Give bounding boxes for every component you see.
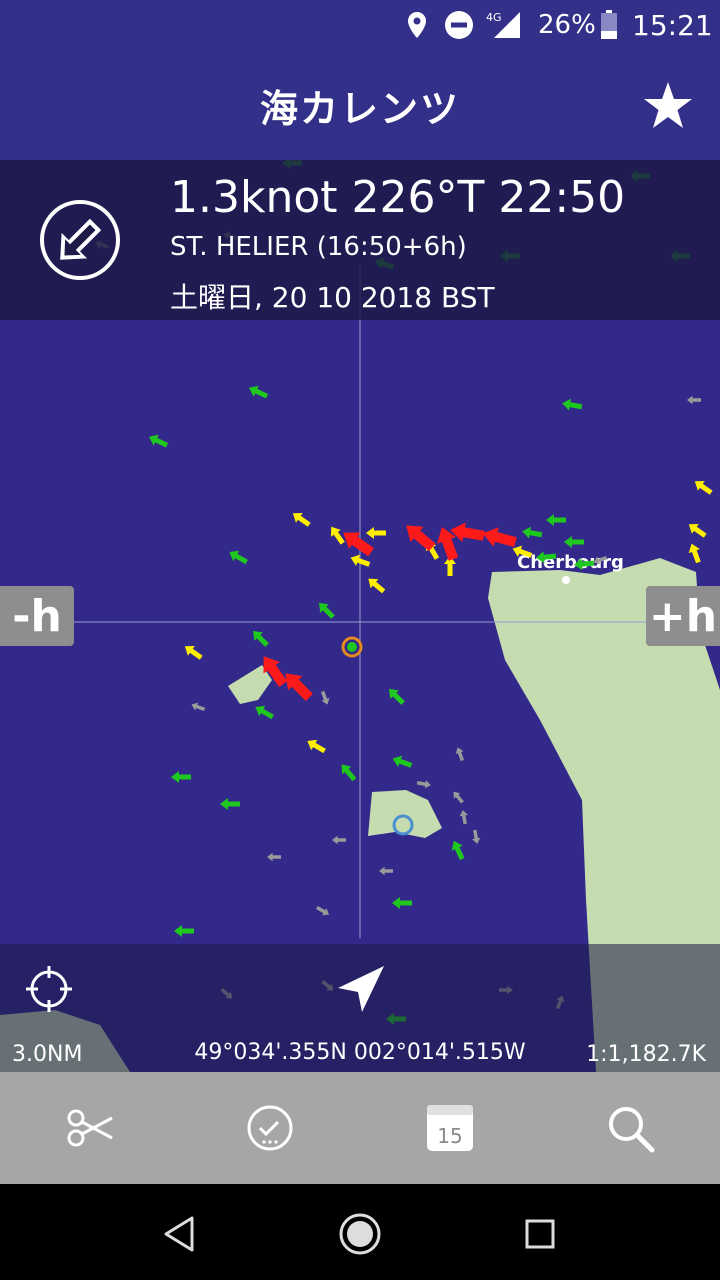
- battery-icon: [600, 10, 618, 40]
- current-station-marker[interactable]: [341, 636, 363, 658]
- star-icon: [644, 82, 692, 128]
- current-arrow: [278, 666, 317, 705]
- back-icon: [164, 1216, 194, 1252]
- current-arrow: [458, 809, 470, 825]
- navigation-arrow-icon: [338, 966, 384, 1012]
- map-footer: 3.0NM 49°034'.355N 002°014'.515W 1:1,182…: [0, 944, 720, 1072]
- home-button[interactable]: [338, 1212, 382, 1256]
- current-date: 土曜日, 20 10 2018 BST: [170, 281, 495, 314]
- current-arrow: [318, 689, 332, 707]
- current-speed-direction: 1.3knot 226°T 22:50: [170, 172, 626, 223]
- network-type-label: 4G: [486, 11, 502, 24]
- scissors-icon: [67, 1109, 113, 1147]
- current-arrow: [246, 382, 270, 402]
- current-arrow: [181, 641, 205, 663]
- island-sark: [368, 790, 442, 838]
- current-arrow: [448, 838, 468, 862]
- favorite-button[interactable]: [640, 78, 696, 134]
- current-arrow: [448, 520, 486, 546]
- current-arrow: [470, 829, 482, 845]
- minus-hour-button[interactable]: -h: [0, 586, 74, 646]
- place-label-cherbourg: Cherbourg: [517, 552, 624, 573]
- clock-time: 15:21: [632, 8, 713, 42]
- location-icon: [406, 10, 428, 40]
- current-arrow: [685, 541, 705, 565]
- current-arrow: [289, 508, 313, 530]
- home-icon: [339, 1213, 381, 1255]
- current-arrow: [189, 700, 207, 714]
- current-arrow: [336, 760, 360, 784]
- app-bar: 海カレンツ: [0, 50, 720, 160]
- bottom-toolbar: 15: [0, 1072, 720, 1184]
- app-screen: 4G 26% 15:21 海カレンツ Cherbourg 1.3knot 226…: [0, 0, 720, 1280]
- search-button[interactable]: [604, 1102, 656, 1154]
- current-arrow: [364, 573, 388, 597]
- recents-icon: [525, 1219, 555, 1249]
- current-arrow: [314, 903, 332, 919]
- current-arrow: [174, 925, 194, 937]
- current-arrows-strong: [255, 517, 519, 705]
- navigation-button[interactable]: [334, 962, 388, 1016]
- clock-icon: [247, 1105, 293, 1151]
- calendar-icon: 15: [427, 1105, 473, 1151]
- current-arrow: [146, 431, 170, 451]
- current-arrow: [226, 546, 250, 568]
- status-bar: 4G 26% 15:21: [0, 0, 720, 50]
- current-arrow: [248, 626, 272, 650]
- port-marker: [562, 576, 570, 584]
- system-navigation-bar: [0, 1184, 720, 1280]
- calendar-day-label: 15: [437, 1124, 462, 1148]
- search-icon: [609, 1107, 655, 1153]
- plus-hour-button[interactable]: +h: [646, 586, 720, 646]
- current-arrow: [366, 527, 386, 539]
- signal-icon: 4G: [486, 10, 524, 40]
- current-arrow: [521, 525, 543, 541]
- battery-percent: 26%: [538, 10, 596, 40]
- current-arrow: [691, 476, 715, 498]
- current-arrow: [480, 523, 519, 552]
- current-arrow: [252, 701, 276, 723]
- back-button[interactable]: [158, 1212, 202, 1256]
- current-arrow: [390, 752, 414, 772]
- time-button[interactable]: [244, 1102, 296, 1154]
- current-arrow: [416, 778, 432, 790]
- recents-button[interactable]: [518, 1212, 562, 1256]
- current-arrow: [392, 897, 412, 909]
- arrow-down-left-icon: [38, 198, 122, 282]
- app-title: 海カレンツ: [259, 87, 460, 131]
- current-arrow: [564, 536, 584, 548]
- crosshair-icon: [26, 966, 72, 1012]
- scale-ratio-label: 1:1,182.7K: [586, 1042, 706, 1067]
- current-arrow: [379, 866, 393, 876]
- current-info-panel: 1.3knot 226°T 22:50 ST. HELIER (16:50+6h…: [0, 160, 720, 320]
- current-arrow: [384, 684, 408, 708]
- current-arrow: [546, 514, 566, 526]
- cut-button[interactable]: [64, 1102, 116, 1154]
- current-arrow: [267, 852, 281, 862]
- current-arrow: [220, 798, 240, 810]
- current-arrow: [171, 771, 191, 783]
- reference-station: ST. HELIER (16:50+6h): [170, 232, 467, 262]
- current-arrow: [561, 397, 583, 413]
- calendar-button[interactable]: 15: [424, 1102, 476, 1154]
- current-arrow: [304, 735, 328, 757]
- current-arrow: [453, 745, 467, 763]
- current-arrow: [332, 835, 346, 845]
- do-not-disturb-icon: [444, 10, 474, 40]
- locate-button[interactable]: [26, 966, 72, 1012]
- current-arrow: [314, 598, 338, 622]
- current-arrow: [685, 519, 709, 541]
- current-arrow: [450, 788, 466, 806]
- current-arrow: [687, 395, 701, 405]
